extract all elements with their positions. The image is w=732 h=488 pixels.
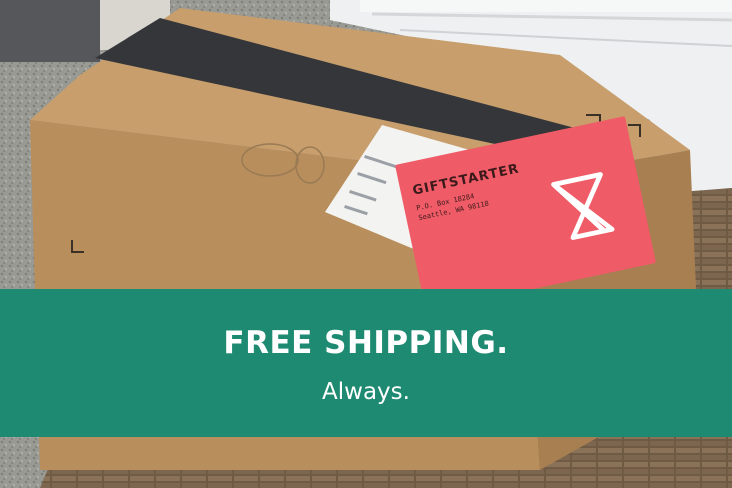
banner-headline: FREE SHIPPING. <box>223 325 509 361</box>
giftstarter-logo-icon <box>551 172 615 240</box>
promo-banner-background <box>0 289 732 437</box>
promo-banner: FREE SHIPPING. Always. <box>0 289 732 437</box>
banner-subline: Always. <box>322 379 410 405</box>
wall-left <box>0 0 100 62</box>
hero-image: GIFTSTARTER P.O. Box 18284 Seattle, WA 9… <box>0 0 732 488</box>
